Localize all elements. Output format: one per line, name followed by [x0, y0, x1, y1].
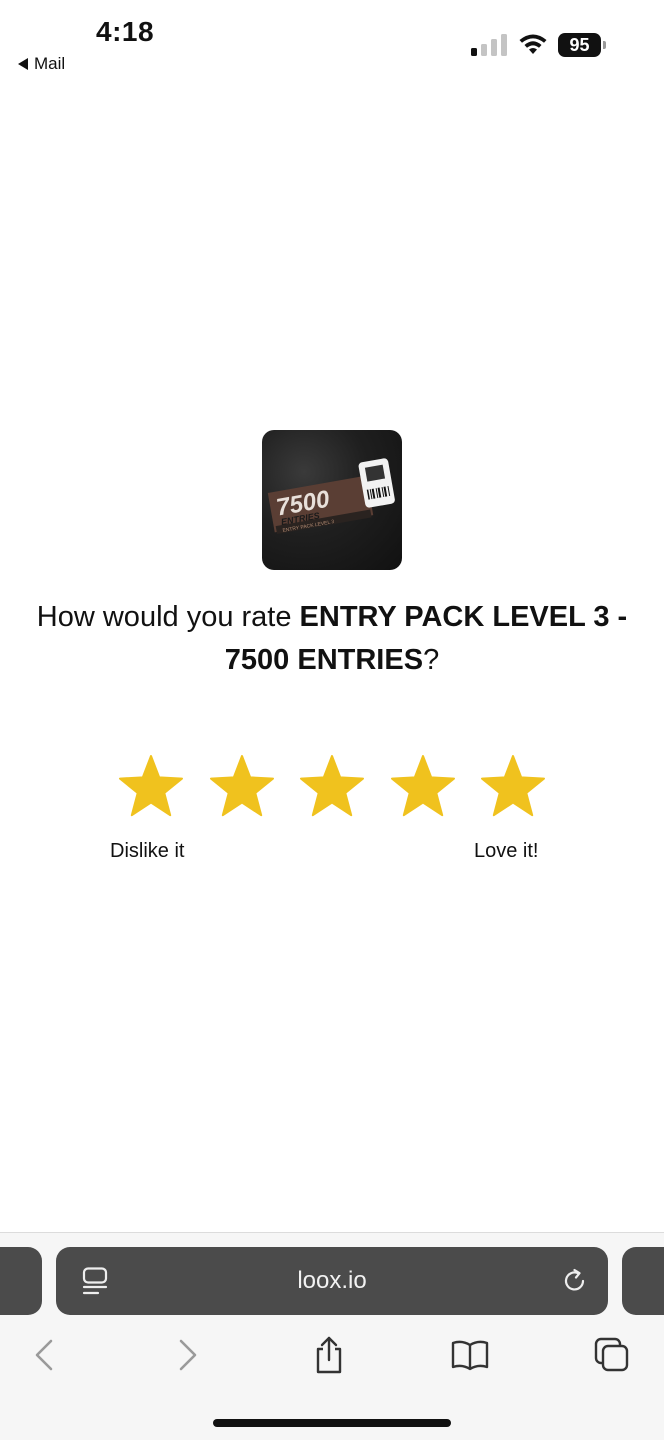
reload-icon[interactable]	[561, 1267, 589, 1295]
tabs-icon	[594, 1337, 629, 1372]
share-icon	[316, 1336, 342, 1374]
back-icon	[35, 1339, 53, 1371]
star-3-icon[interactable]	[298, 754, 366, 820]
star-rating	[117, 754, 547, 820]
star-1-icon[interactable]	[117, 754, 185, 820]
battery-level: 95	[558, 33, 601, 57]
dislike-label: Dislike it	[110, 840, 185, 862]
star-2-icon[interactable]	[208, 754, 276, 820]
bottom-navigation	[0, 1331, 664, 1381]
forward-icon	[179, 1339, 197, 1371]
back-app-label: Mail	[34, 54, 66, 73]
star-4-icon[interactable]	[389, 754, 457, 820]
back-button[interactable]	[24, 1335, 64, 1375]
status-time: 4:18	[96, 16, 155, 47]
entry-ticket-graphic: 7500 ENTRIES ENTRY PACK LEVEL 3	[267, 458, 395, 535]
home-indicator	[213, 1419, 451, 1427]
back-to-mail-link[interactable]: Mail	[18, 54, 65, 74]
safari-toolbar: loox.io	[0, 1232, 664, 1440]
product-image: 7500 ENTRIES ENTRY PACK LEVEL 3	[262, 430, 402, 570]
next-tab-peek[interactable]	[622, 1247, 664, 1315]
love-label: Love it!	[474, 840, 539, 862]
forward-button[interactable]	[168, 1335, 208, 1375]
cellular-signal-icon	[471, 34, 507, 56]
address-bar[interactable]: loox.io	[56, 1247, 608, 1315]
previous-tab-peek[interactable]	[0, 1247, 42, 1315]
wifi-icon	[519, 34, 547, 54]
url-text[interactable]: loox.io	[56, 1247, 608, 1315]
bookmarks-icon	[451, 1340, 489, 1371]
tabs-button[interactable]	[592, 1335, 632, 1375]
status-bar: 4:18 Mail 95	[0, 0, 664, 80]
share-button[interactable]	[309, 1335, 349, 1375]
battery-cap	[603, 41, 606, 49]
rating-question: How would you rate ENTRY PACK LEVEL 3 - …	[20, 596, 644, 682]
bookmarks-button[interactable]	[450, 1335, 490, 1375]
question-prefix: How would you rate	[36, 601, 300, 633]
star-5-icon[interactable]	[479, 754, 547, 820]
battery-indicator: 95	[558, 33, 608, 57]
question-suffix: ?	[423, 644, 440, 676]
back-arrow-icon	[18, 58, 28, 70]
